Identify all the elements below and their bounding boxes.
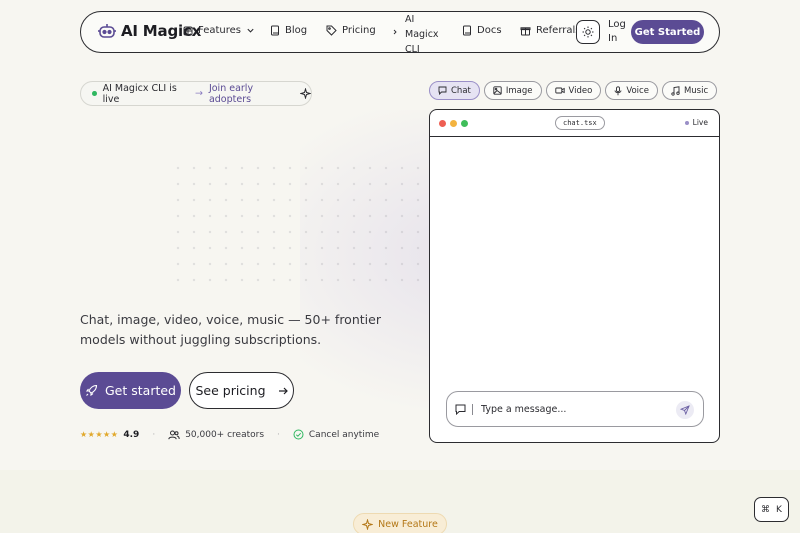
tab-image-label: Image [505, 85, 533, 96]
demo-mode-tabs: Chat Image Video Voice Music [429, 81, 718, 100]
tab-video[interactable]: Video [545, 81, 602, 100]
see-pricing-label: See pricing [195, 383, 266, 398]
send-icon [680, 405, 690, 415]
announcement-text: AI Magicx CLI is live [102, 82, 177, 105]
users-icon [168, 430, 180, 440]
send-button[interactable] [676, 401, 694, 419]
tab-video-label: Video [568, 85, 593, 96]
login-label-line2: In [608, 33, 618, 44]
live-label: Live [692, 118, 708, 127]
nav-referrals[interactable]: Referrals [520, 25, 581, 36]
chat-bubble-icon [455, 404, 466, 415]
maximize-dot [461, 120, 468, 127]
nav-cli-label-line2: Magicx [405, 29, 439, 40]
login-label-line1: Log [608, 19, 626, 30]
video-camera-icon [554, 86, 565, 95]
nav-referrals-label: Referrals [536, 25, 581, 36]
rating-value: 4.9 [123, 429, 140, 440]
kbd-command-symbol: ⌘ [761, 504, 771, 515]
nav-get-started-label: Get Started [634, 26, 701, 38]
nav-pricing-label: Pricing [342, 25, 376, 36]
theme-toggle-button[interactable] [576, 20, 600, 44]
nav-blog[interactable]: Blog [270, 25, 307, 36]
sparkle-icon [362, 518, 374, 530]
message-composer [446, 391, 704, 427]
nav-cli-label-line3: CLI [405, 44, 420, 55]
robot-logo-icon [97, 21, 117, 41]
tab-music-label: Music [683, 85, 709, 96]
chat-bubble-icon [438, 86, 447, 95]
tab-voice[interactable]: Voice [605, 81, 658, 100]
chevron-down-icon [246, 26, 255, 35]
close-dot [439, 120, 446, 127]
separator-dot: · [277, 429, 280, 440]
book-icon [270, 25, 280, 36]
live-dot [684, 120, 689, 125]
gift-icon [520, 25, 531, 36]
nav-pricing[interactable]: Pricing [326, 25, 376, 36]
tab-chat-label: Chat [451, 85, 471, 96]
creators-stat: 50,000+ creators [168, 430, 264, 440]
social-proof-row: ★★★★★ 4.9 · 50,000+ creators · Cancel an… [80, 429, 379, 440]
check-circle-icon [293, 429, 304, 440]
login-link[interactable]: Log In [608, 18, 626, 46]
text-caret [472, 403, 473, 415]
rocket-icon [85, 384, 98, 397]
sparkle-icon [300, 88, 311, 99]
rating-stars: ★★★★★ [80, 430, 119, 439]
microphone-icon [614, 85, 622, 96]
background-dot-grid [170, 160, 430, 290]
message-input[interactable] [481, 403, 671, 415]
arrow-right-icon [278, 386, 288, 396]
hero-subtitle: Chat, image, video, voice, music — 50+ f… [80, 312, 381, 347]
window-filename: chat.tsx [555, 116, 605, 130]
sun-icon [582, 26, 594, 38]
minimize-dot [450, 120, 457, 127]
nav-cli-label-line1: AI [405, 14, 415, 25]
cancel-label: Cancel anytime [308, 429, 380, 440]
chat-demo-window: chat.tsx Live [429, 109, 720, 443]
document-icon [462, 25, 472, 36]
nav-get-started-button[interactable]: Get Started [631, 20, 704, 44]
separator-dot: · [152, 429, 156, 440]
new-feature-badge[interactable]: New Feature [353, 513, 447, 533]
get-started-label: Get started [105, 383, 176, 398]
announcement-arrow: → [194, 88, 203, 99]
nav-docs-label: Docs [477, 25, 502, 36]
announcement-pill[interactable]: AI Magicx CLI is live → Join early adopt… [80, 81, 312, 106]
image-icon [493, 86, 502, 95]
creators-label: 50,000+ creators [185, 429, 265, 440]
window-titlebar: chat.tsx Live [430, 110, 719, 137]
live-indicator: Live [684, 118, 708, 127]
announcement-link: Join early adopters [208, 82, 254, 105]
command-palette-shortcut[interactable]: ⌘ K [754, 497, 789, 522]
nav-features[interactable]: Features [183, 25, 255, 36]
features-icon [183, 26, 193, 36]
top-navbar: AI Magicx Features Blog Pricing AI Magic… [80, 11, 720, 55]
tab-image[interactable]: Image [483, 81, 542, 100]
tab-voice-label: Voice [626, 85, 649, 96]
tag-icon [326, 25, 337, 36]
get-started-button[interactable]: Get started [80, 372, 181, 409]
new-feature-label: New Feature [378, 518, 438, 530]
kbd-key: K [776, 504, 782, 515]
live-status-dot [92, 91, 97, 96]
cancel-stat: Cancel anytime [293, 429, 379, 440]
tab-music[interactable]: Music [661, 81, 718, 100]
tab-chat[interactable]: Chat [429, 81, 480, 100]
see-pricing-button[interactable]: See pricing [189, 372, 294, 409]
terminal-icon [393, 29, 399, 35]
nav-docs[interactable]: Docs [462, 25, 502, 36]
nav-blog-label: Blog [285, 25, 308, 36]
nav-features-label: Features [198, 25, 241, 36]
music-note-icon [671, 85, 680, 96]
nav-cli[interactable]: AI Magicx CLI [393, 12, 439, 57]
